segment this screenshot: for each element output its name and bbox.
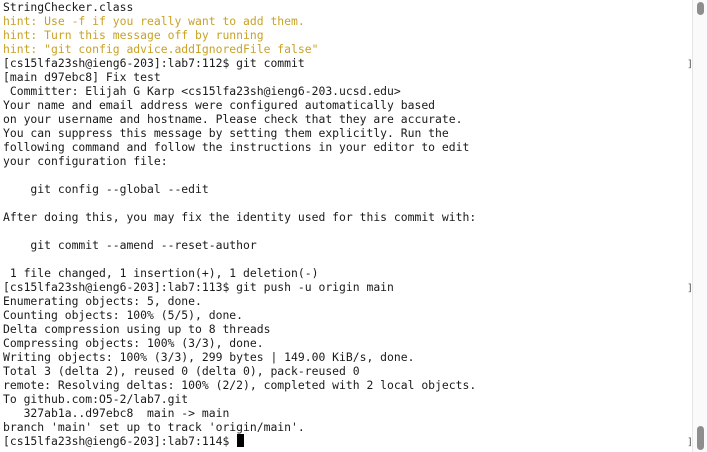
- prompt-marker-112: ]: [687, 59, 694, 70]
- prompt-marker-113: ]: [687, 283, 694, 294]
- output-line: on your username and hostname. Please ch…: [3, 112, 689, 126]
- line-text: branch 'main' set up to track 'origin/ma…: [3, 420, 305, 434]
- line-text: on your username and hostname. Please ch…: [3, 112, 463, 126]
- vertical-scrollbar[interactable]: [692, 0, 707, 452]
- prompt-marker-114: ]: [687, 437, 694, 448]
- output-line: Delta compression using up to 8 threads: [3, 322, 689, 336]
- line-text: StringChecker.class: [3, 0, 134, 14]
- line-text: [cs15lfa23sh@ieng6-203]:lab7:114$: [3, 434, 237, 448]
- line-text: Enumerating objects: 5, done.: [3, 294, 202, 308]
- line-text: Delta compression using up to 8 threads: [3, 322, 271, 336]
- scrollbar-thumb-top[interactable]: [697, 2, 704, 15]
- output-line: git config --global --edit: [3, 182, 689, 196]
- prompt-line: [cs15lfa23sh@ieng6-203]:lab7:112$ git co…: [3, 56, 689, 70]
- output-line: [main d97ebc8] Fix test: [3, 70, 689, 84]
- output-line: 327ab1a..d97ebc8 main -> main: [3, 406, 689, 420]
- output-line: git commit --amend --reset-author: [3, 238, 689, 252]
- terminal-output[interactable]: StringChecker.class hint: Use -f if you r…: [3, 0, 689, 452]
- line-text: hint: Use -f if you really want to add t…: [3, 14, 305, 28]
- line-text: Your name and email address were configu…: [3, 98, 436, 112]
- line-text: remote: Resolving deltas: 100% (2/2), co…: [3, 378, 477, 392]
- output-line: StringChecker.class: [3, 0, 689, 14]
- line-text: [cs15lfa23sh@ieng6-203]:lab7:113$ git pu…: [3, 280, 394, 294]
- line-text: hint: "git config advice.addIgnoredFile …: [3, 42, 319, 56]
- line-text: To github.com:O5-2/lab7.git: [3, 392, 189, 406]
- output-line: Committer: Elijah G Karp <cs15lfa23sh@ie…: [3, 84, 689, 98]
- line-text: After doing this, you may fix the identi…: [3, 210, 477, 224]
- output-line: your configuration file:: [3, 154, 689, 168]
- line-text: You can suppress this message by setting…: [3, 126, 449, 140]
- line-text: 327ab1a..d97ebc8 main -> main: [3, 406, 230, 420]
- line-text: Writing objects: 100% (3/3), 299 bytes |…: [3, 350, 415, 364]
- output-line: Enumerating objects: 5, done.: [3, 294, 689, 308]
- output-line: Compressing objects: 100% (3/3), done.: [3, 336, 689, 350]
- hint-line: hint: Turn this message off by running: [3, 28, 689, 42]
- output-line: Total 3 (delta 2), reused 0 (delta 0), p…: [3, 364, 689, 378]
- output-line: 1 file changed, 1 insertion(+), 1 deleti…: [3, 266, 689, 280]
- output-line: following command and follow the instruc…: [3, 140, 689, 154]
- output-line: Your name and email address were configu…: [3, 98, 689, 112]
- line-text: git config --global --edit: [3, 182, 209, 196]
- output-line: After doing this, you may fix the identi…: [3, 210, 689, 224]
- output-line: branch 'main' set up to track 'origin/ma…: [3, 420, 689, 434]
- terminal-window[interactable]: StringChecker.class hint: Use -f if you r…: [0, 0, 707, 452]
- output-line: remote: Resolving deltas: 100% (2/2), co…: [3, 378, 689, 392]
- line-text: [main d97ebc8] Fix test: [3, 70, 161, 84]
- line-text: Compressing objects: 100% (3/3), done.: [3, 336, 264, 350]
- output-line: Counting objects: 100% (5/5), done.: [3, 308, 689, 322]
- prompt-line: [cs15lfa23sh@ieng6-203]:lab7:113$ git pu…: [3, 280, 689, 294]
- line-text: your configuration file:: [3, 154, 168, 168]
- line-text: following command and follow the instruc…: [3, 140, 470, 154]
- output-line: To github.com:O5-2/lab7.git: [3, 392, 689, 406]
- hint-line: hint: "git config advice.addIgnoredFile …: [3, 42, 689, 56]
- line-text: Counting objects: 100% (5/5), done.: [3, 308, 244, 322]
- line-text: Total 3 (delta 2), reused 0 (delta 0), p…: [3, 364, 360, 378]
- scrollbar-thumb[interactable]: [697, 426, 704, 450]
- line-text: hint: Turn this message off by running: [3, 28, 264, 42]
- output-line: You can suppress this message by setting…: [3, 126, 689, 140]
- prompt-line: [cs15lfa23sh@ieng6-203]:lab7:114$: [3, 434, 689, 448]
- hint-line: hint: Use -f if you really want to add t…: [3, 14, 689, 28]
- line-text: git commit --amend --reset-author: [3, 238, 257, 252]
- line-text: [cs15lfa23sh@ieng6-203]:lab7:112$ git co…: [3, 56, 305, 70]
- line-text: 1 file changed, 1 insertion(+), 1 deleti…: [3, 266, 319, 280]
- line-text: Committer: Elijah G Karp <cs15lfa23sh@ie…: [3, 84, 401, 98]
- output-line: Writing objects: 100% (3/3), 299 bytes |…: [3, 350, 689, 364]
- cursor: [237, 434, 245, 447]
